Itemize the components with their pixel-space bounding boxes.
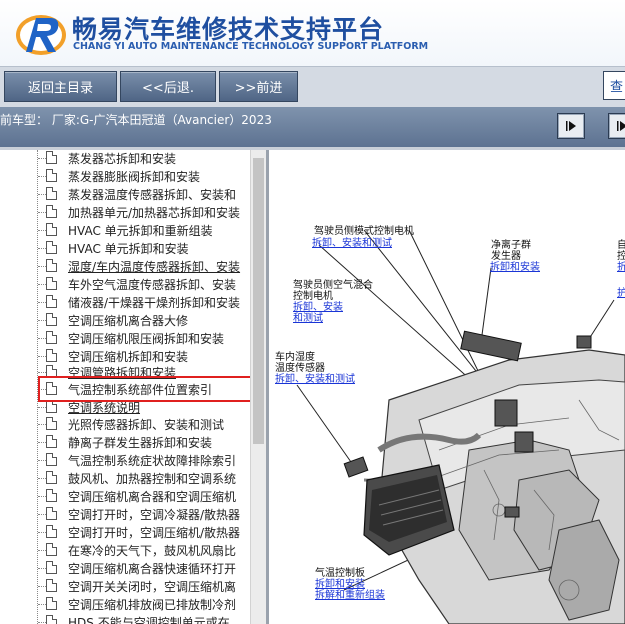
driver-mix-motor-link[interactable]: 拆卸、安装 [293,302,343,313]
document-icon [46,205,57,218]
tree-item[interactable]: 空调压缩机排放阀已排放制冷剂 [0,596,250,614]
document-icon [46,597,57,610]
driver-mode-motor-link[interactable]: 拆卸、安装和测试 [312,238,392,249]
platform-subtitle: CHANG YI AUTO MAINTENANCE TECHNOLOGY SUP… [73,41,429,52]
tree-item[interactable]: 空调开关关闭时，空调压缩机离 [0,578,250,596]
header-banner: 畅易汽车维修技术支持平台 CHANG YI AUTO MAINTENANCE T… [0,0,625,66]
tree-item[interactable]: 蒸发器温度传感器拆卸、安装和 [0,186,250,204]
document-icon [46,331,57,344]
tree-item[interactable]: 静离子群发生器拆卸和安装 [0,434,250,452]
document-icon [46,579,57,592]
document-icon [46,543,57,556]
tree-item[interactable]: 车外空气温度传感器拆卸、安装 [0,276,250,294]
driver-mix-motor-label: 驾驶员侧空气混合 控制电机 [293,280,373,302]
vehicle-info: 当前车型： 厂家:G-广汽本田冠道（Avancier）2023 [0,113,272,127]
back-button[interactable]: <<后退. [120,71,216,102]
document-icon [46,615,57,624]
tree-item[interactable]: 空调压缩机离合器大修 [0,312,250,330]
tree-item[interactable]: 储液器/干燥器干燥剂拆卸和安装 [0,294,250,312]
tree-item[interactable]: 蒸发器膨胀阀拆卸和安装 [0,168,250,186]
tree-item[interactable]: 空调打开时，空调压缩机/散热器 [0,524,250,542]
document-icon [46,525,57,538]
document-icon [46,169,57,182]
document-icon [46,489,57,502]
document-icon [46,471,57,484]
control-panel-disassemble-link[interactable]: 拆解和重新组装 [315,590,385,601]
forward-button[interactable]: >>前进 [219,71,298,102]
document-icon [46,453,57,466]
tree-scrollbar[interactable] [250,150,267,624]
logo-icon [16,15,66,55]
document-icon [46,259,57,272]
component-diagram: 驾驶员侧模式控制电机 拆卸、安装和测试 净离子群 发生器 拆卸和安装 自 控 折… [269,150,625,624]
document-icon [46,435,57,448]
document-icon [46,187,57,200]
auto-control-link-2[interactable]: 护 [617,288,625,299]
play-icon [566,121,576,131]
document-icon [46,507,57,520]
hvac-unit-illustration [296,229,625,624]
document-icon [46,561,57,574]
document-icon [46,417,57,430]
control-panel-label: 气温控制板 [315,568,365,579]
control-panel-remove-link[interactable]: 拆卸和安装 [315,579,365,590]
tree-item[interactable]: 加热器单元/加热器芯拆卸和安装 [0,204,250,222]
tree-item[interactable]: 在寒冷的天气下，鼓风机风扇比 [0,542,250,560]
document-icon [46,277,57,290]
tree-item[interactable]: 空调打开时，空调冷凝器/散热器 [0,506,250,524]
document-tree: 蒸发器芯拆卸和安装 蒸发器膨胀阀拆卸和安装 蒸发器温度传感器拆卸、安装和 加热器… [0,150,250,624]
ion-generator-link[interactable]: 拆卸和安装 [490,262,540,273]
cabin-sensor-link[interactable]: 拆卸、安装和测试 [275,374,355,385]
tree-item[interactable]: HDS 不能与空调控制单元或在 [0,614,250,624]
driver-mix-motor-test-link[interactable]: 和测试 [293,313,323,324]
selection-highlight-box [38,376,250,402]
tree-item[interactable]: 气温控制系统症状故障排除索引 [0,452,250,470]
cabin-sensor-label: 车内湿度 温度传感器 [275,352,325,374]
auto-control-label: 自 控 [617,240,625,262]
last-page-button[interactable] [608,113,625,139]
document-icon [46,223,57,236]
vehicle-info-bar: 当前车型： 厂家:G-广汽本田冠道（Avancier）2023 [0,107,625,147]
ion-generator-label: 净离子群 发生器 [491,240,531,262]
document-icon [46,349,57,362]
tree-item[interactable]: HVAC 单元拆卸和安装 [0,240,250,258]
driver-mode-motor-label: 驾驶员侧模式控制电机 [314,226,414,237]
auto-control-link[interactable]: 折 [617,262,625,273]
document-icon [46,241,57,254]
scrollbar-thumb[interactable] [253,158,264,444]
tree-item[interactable]: 空调压缩机离合器快速循环打开 [0,560,250,578]
home-button[interactable]: 返回主目录 [4,71,117,102]
tree-item[interactable]: HVAC 单元拆卸和重新组装 [0,222,250,240]
search-button[interactable]: 查 [603,71,625,100]
tree-item[interactable]: 蒸发器芯拆卸和安装 [0,150,250,168]
tree-item[interactable]: 湿度/车内温度传感器拆卸、安装 [0,258,250,276]
tree-item[interactable]: 鼓风机、加热器控制和空调系统 [0,470,250,488]
toolbar: 返回主目录 <<后退. >>前进 查 [0,66,625,107]
tree-item[interactable]: 光照传感器拆卸、安装和测试 [0,416,250,434]
skip-end-icon [617,121,625,131]
document-icon [46,151,57,164]
tree-item[interactable]: 空调压缩机限压阀拆卸和安装 [0,330,250,348]
document-icon [46,295,57,308]
tree-item[interactable]: 空调压缩机离合器和空调压缩机 [0,488,250,506]
next-page-button[interactable] [557,113,585,139]
document-icon [46,313,57,326]
